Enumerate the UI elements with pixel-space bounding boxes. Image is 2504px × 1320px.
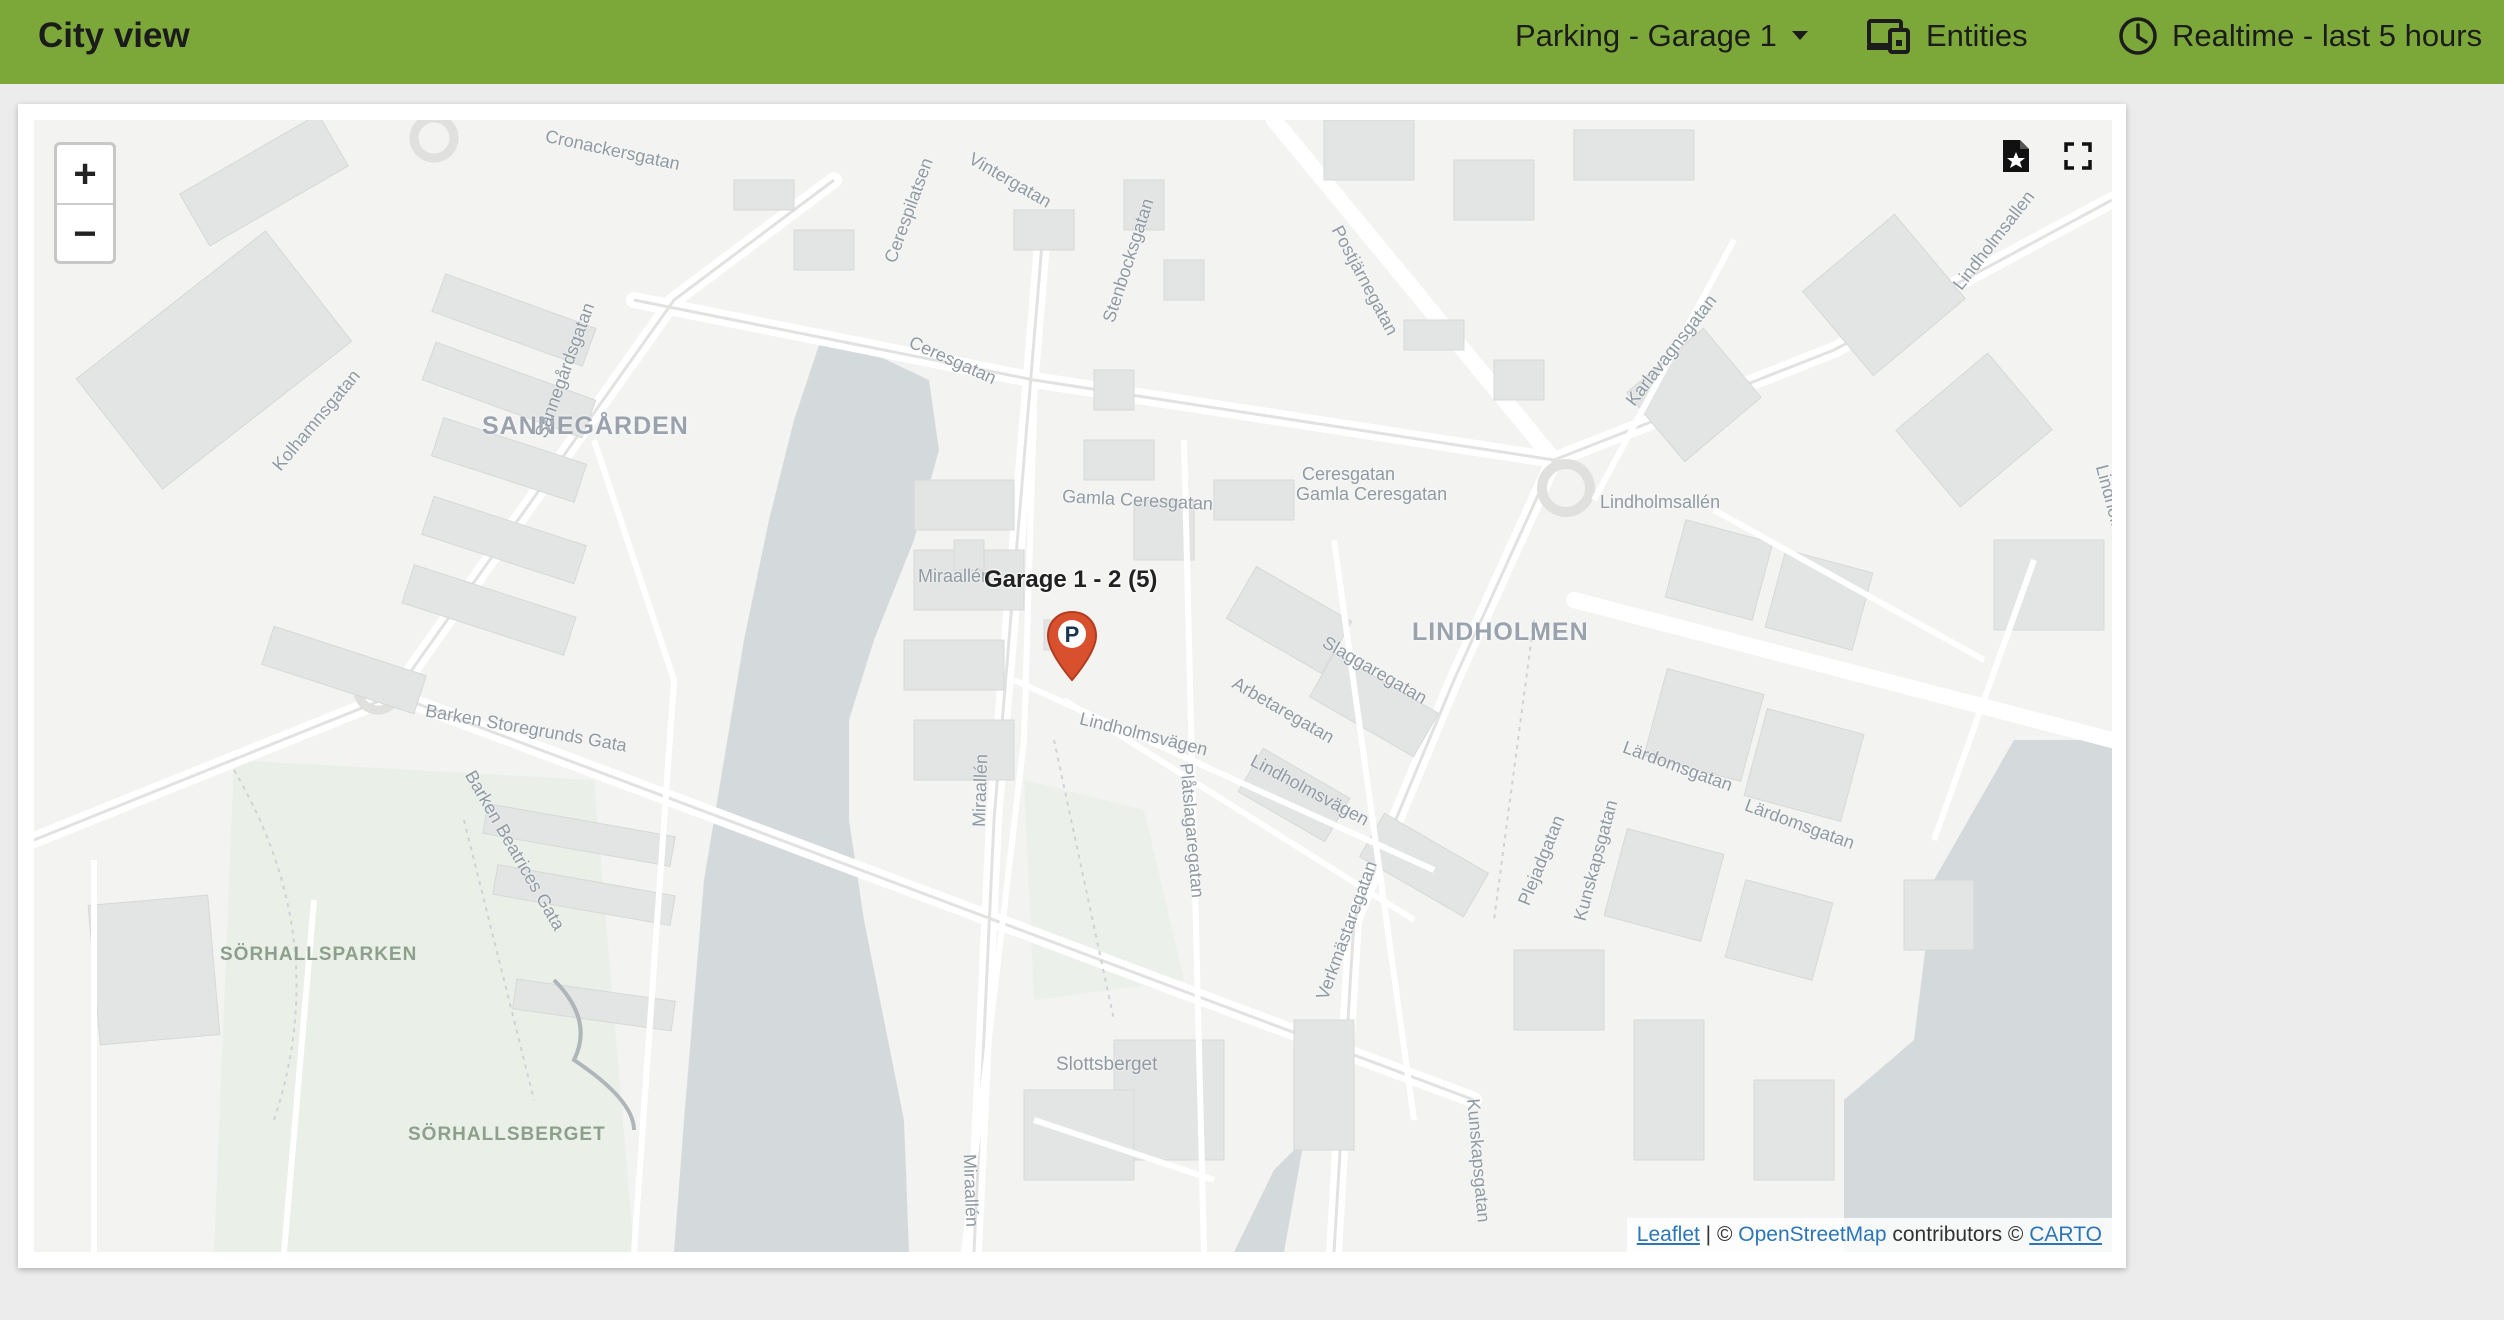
leaflet-link[interactable]: Leaflet: [1637, 1223, 1700, 1247]
street-label-miraallen: Miraallén: [918, 566, 992, 586]
marker-label: Garage 1 - 2 (5): [984, 566, 1158, 593]
attribution-contributors: contributors ©: [1886, 1223, 2030, 1246]
parking-pin-icon: P: [1046, 610, 1098, 682]
map-view[interactable]: SANNEGÅRDEN LINDHOLMEN SÖRHALLSPARKEN SÖ…: [34, 120, 2112, 1252]
view-selector-label: Parking - Garage 1: [1515, 18, 1777, 53]
entities-button[interactable]: Entities: [1866, 14, 2028, 58]
street-label: Miraallén: [968, 753, 992, 828]
fullscreen-button[interactable]: [2058, 138, 2098, 178]
fullscreen-icon: [2064, 141, 2092, 175]
entities-label: Entities: [1926, 18, 2028, 53]
park-label-sorhallsberget: SÖRHALLSBERGET: [408, 1124, 606, 1145]
area-label-slottsberget: Slottsberget: [1056, 1054, 1158, 1075]
file-export-icon: [2001, 138, 2031, 179]
street-label: Ceresgatan: [1302, 464, 1396, 484]
export-map-button[interactable]: [1996, 138, 2036, 178]
district-label-lindholmen: LINDHOLMEN: [1412, 618, 1589, 646]
openstreetmap-link[interactable]: OpenStreetMap: [1738, 1223, 1886, 1247]
zoom-in-button[interactable]: +: [57, 145, 113, 203]
page-title: City view: [38, 16, 190, 55]
view-selector-dropdown[interactable]: Parking - Garage 1: [1515, 14, 1809, 58]
time-range-label: Realtime - last 5 hours: [2172, 18, 2483, 53]
clock-icon: [2118, 16, 2158, 56]
devices-icon: [1866, 18, 1912, 54]
top-bar: City view Parking - Garage 1 Entities Re…: [0, 0, 2504, 85]
street-label: Miraallén: [959, 1153, 983, 1228]
street-label: Lindholmsallén: [1600, 492, 1721, 512]
zoom-control: + −: [54, 142, 116, 264]
map-attribution: Leaflet | © OpenStreetMap contributors ©…: [1626, 1218, 2112, 1252]
zoom-out-button[interactable]: −: [57, 203, 113, 261]
caret-down-icon: [1791, 30, 1809, 42]
park-label-sorhallsparken: SÖRHALLSPARKEN: [220, 944, 418, 965]
garage-marker[interactable]: P: [1045, 610, 1099, 687]
marker-glyph: P: [1065, 622, 1080, 647]
time-range-button[interactable]: Realtime - last 5 hours: [2118, 14, 2482, 58]
street-label: Gamla Ceresgatan: [1296, 484, 1448, 504]
carto-link[interactable]: CARTO: [2029, 1223, 2102, 1247]
district-label-sannegarden: SANNEGÅRDEN: [482, 412, 689, 440]
attribution-separator: | ©: [1699, 1223, 1739, 1246]
